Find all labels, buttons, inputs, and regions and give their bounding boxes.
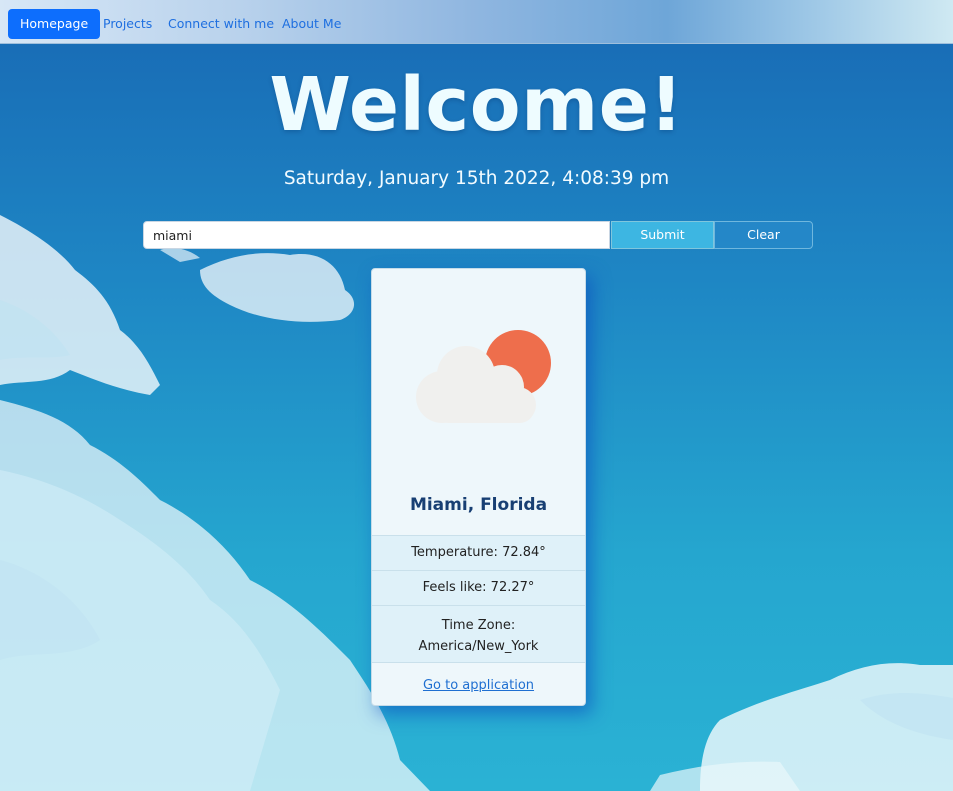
timezone-value: America/New_York bbox=[418, 639, 539, 654]
temperature-row: Temperature: 72.84° bbox=[372, 535, 585, 570]
card-footer: Go to application bbox=[372, 662, 585, 705]
city-search-input[interactable] bbox=[143, 221, 610, 249]
nav-item-homepage[interactable]: Homepage bbox=[8, 9, 101, 39]
clear-button[interactable]: Clear bbox=[714, 221, 813, 249]
submit-button[interactable]: Submit bbox=[611, 221, 714, 249]
timezone-row: Time Zone: America/New_York bbox=[372, 605, 585, 662]
timezone-label: Time Zone: bbox=[441, 618, 516, 633]
nav-item-connect[interactable]: Connect with me bbox=[156, 9, 286, 39]
page: Homepage Projects Connect with me About … bbox=[0, 0, 953, 791]
page-title: Welcome! bbox=[269, 62, 684, 148]
partly-cloudy-day-icon bbox=[416, 330, 551, 423]
nav-item-projects[interactable]: Projects bbox=[91, 9, 164, 39]
feels-like-row: Feels like: 72.27° bbox=[372, 570, 585, 605]
top-navbar: Homepage Projects Connect with me About … bbox=[0, 0, 953, 44]
current-datetime: Saturday, January 15th 2022, 4:08:39 pm bbox=[283, 168, 670, 189]
go-to-application-link[interactable]: Go to application bbox=[423, 678, 534, 693]
location-title: Miami, Florida bbox=[409, 495, 548, 515]
nav-item-about[interactable]: About Me bbox=[270, 9, 353, 39]
weather-card: Miami, Florida Temperature: 72.84° Feels… bbox=[371, 268, 586, 706]
